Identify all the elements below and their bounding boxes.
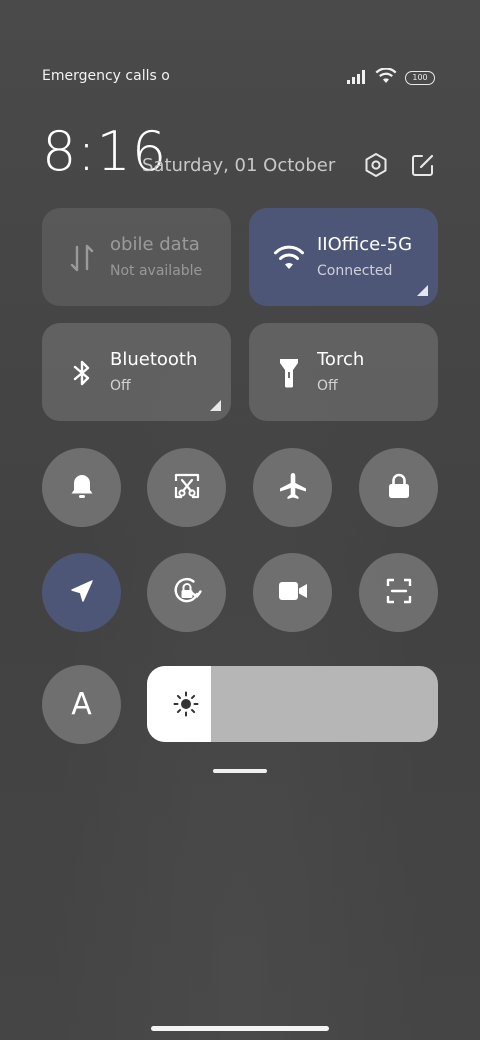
wifi-network-name: IIOffice-5G [317,234,413,255]
airplane-icon [278,471,308,505]
status-bar: Emergency calls o 100 [0,60,480,92]
settings-icon[interactable] [361,150,391,180]
wifi-status: Connected [317,263,393,279]
scan-icon [385,577,413,609]
battery-icon: 100 [405,71,435,85]
wifi-icon [271,242,307,274]
bluetooth-icon [64,357,100,389]
bluetooth-status: Off [110,378,131,394]
lock-screen-toggle[interactable] [359,448,438,527]
rotation-lock-icon [171,575,203,611]
status-carrier-text: Emergency calls o [42,68,170,84]
expand-corner-icon[interactable] [210,400,221,411]
expand-corner-icon[interactable] [417,285,428,296]
location-toggle[interactable] [42,553,121,632]
bluetooth-tile[interactable]: Bluetooth Off [42,323,231,421]
edit-icon[interactable] [408,150,438,180]
torch-status: Off [317,378,338,394]
brightness-slider[interactable] [147,666,438,742]
wifi-tile[interactable]: IIOffice-5G Connected [249,208,438,306]
video-icon [278,580,308,606]
mobile-data-status: Not available [110,263,203,279]
brightness-icon [173,691,199,717]
bluetooth-title: Bluetooth [110,349,198,370]
date[interactable]: Saturday, 01 October [142,155,335,176]
screen-recorder-toggle[interactable] [253,553,332,632]
mobile-data-tile[interactable]: obile data Not available [42,208,231,306]
mobile-data-title: obile data [110,234,200,255]
font-size-button[interactable]: A [42,665,121,744]
drag-handle[interactable] [213,769,267,773]
rotation-lock-toggle[interactable] [147,553,226,632]
signal-icon [347,69,367,88]
bell-icon [69,472,95,504]
font-size-label: A [71,687,92,722]
mobile-data-icon [64,242,100,274]
torch-icon [271,357,307,389]
torch-title: Torch [317,349,365,370]
screenshot-icon [173,472,201,504]
sound-toggle[interactable] [42,448,121,527]
scanner-toggle[interactable] [359,553,438,632]
screenshot-toggle[interactable] [147,448,226,527]
wifi-icon [375,67,397,88]
home-indicator[interactable] [151,1026,329,1031]
location-icon [69,578,95,608]
status-icons: 100 [347,67,435,88]
torch-tile[interactable]: Torch Off [249,323,438,421]
airplane-mode-toggle[interactable] [253,448,332,527]
lock-icon [386,472,412,504]
